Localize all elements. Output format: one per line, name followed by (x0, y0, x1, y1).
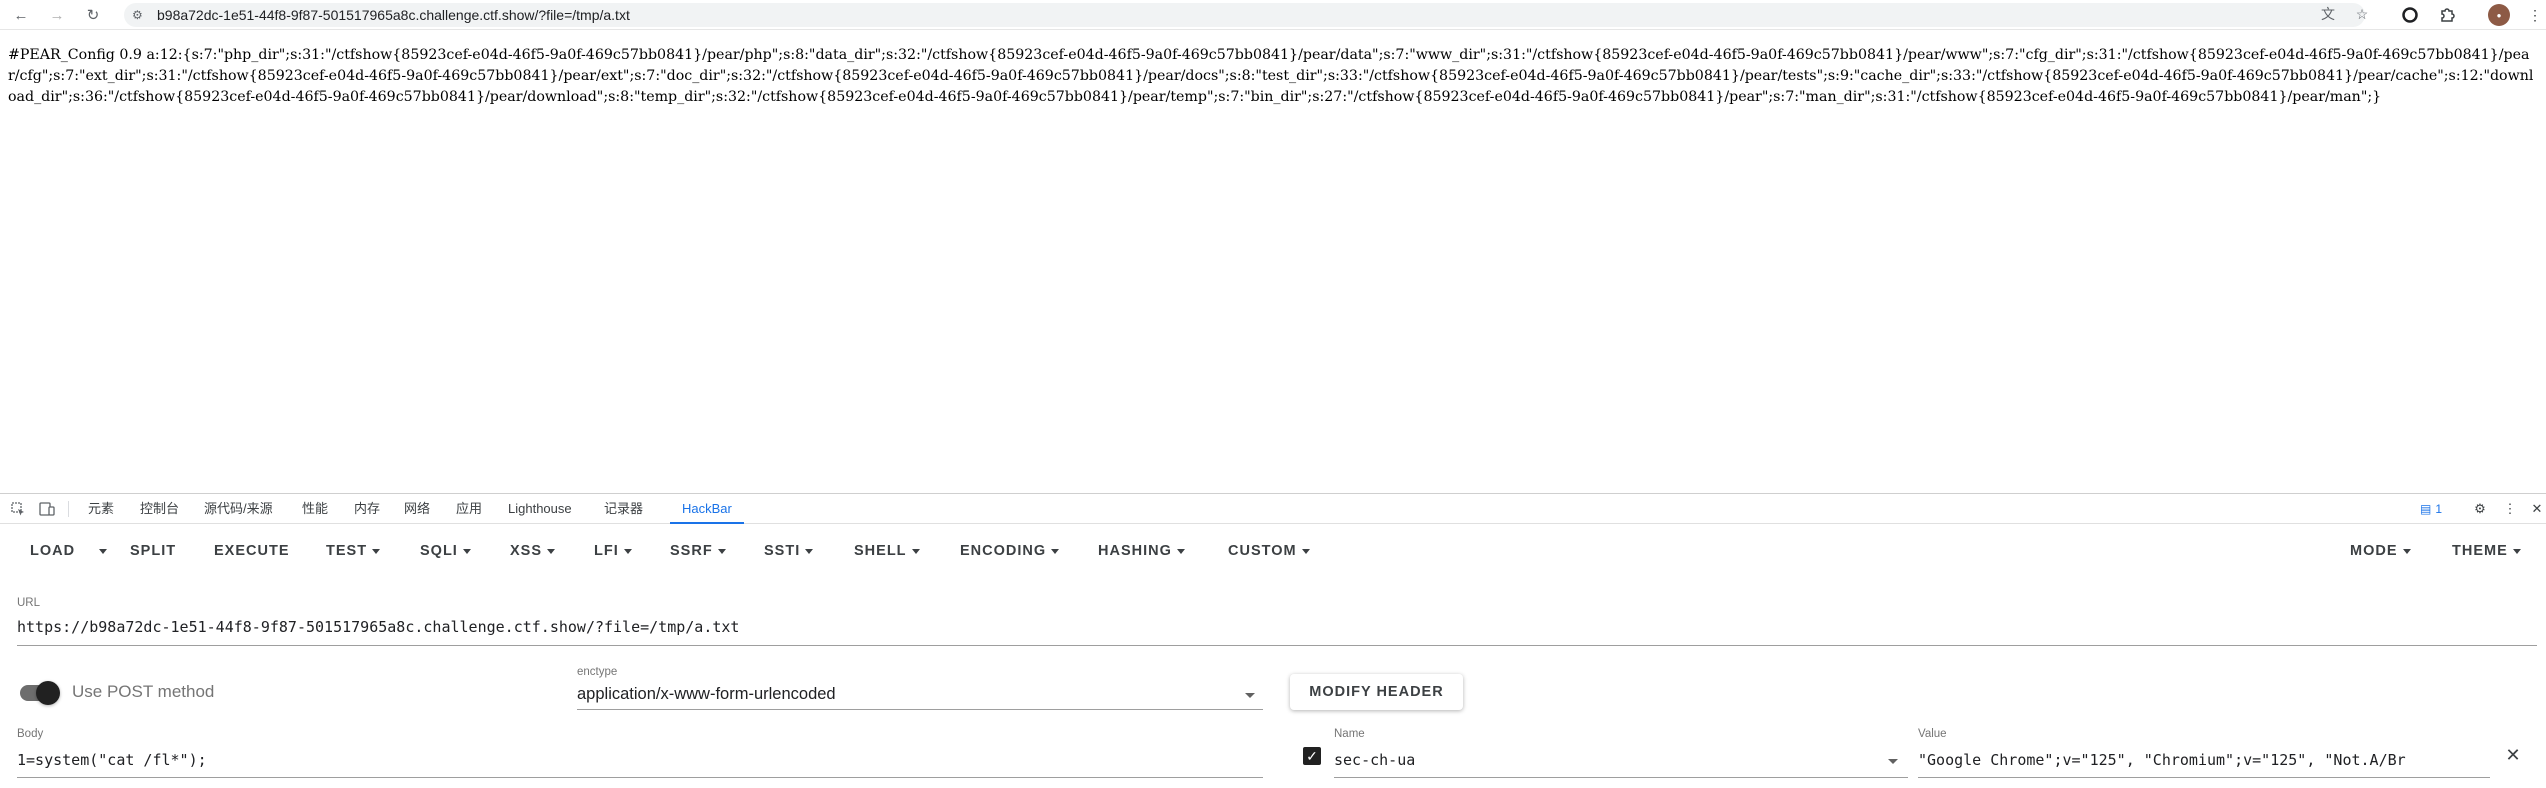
encoding-menu[interactable]: ENCODING (960, 536, 1060, 566)
xss-label: XSS (510, 543, 543, 559)
reload-icon[interactable]: ↻ (82, 4, 104, 26)
page-content: #PEAR_Config 0.9 a:12:{s:7:"php_dir";s:3… (8, 47, 2534, 105)
url-field-label: URL (17, 597, 41, 609)
header-value-field[interactable]: "Google Chrome";v="125", "Chromium";v="1… (1918, 751, 2490, 769)
avatar[interactable]: ● (2488, 4, 2510, 26)
tab-console[interactable]: 控制台 (140, 494, 179, 524)
site-info-icon[interactable]: ⚙ (132, 8, 146, 22)
hashing-label: HASHING (1098, 543, 1172, 559)
test-menu[interactable]: TEST (326, 536, 381, 566)
load-dropdown-button[interactable] (94, 536, 107, 566)
devtools-tab-bar: 元素 控制台 源代码/来源 性能 内存 网络 应用 Lighthouse 记录器… (0, 494, 2546, 524)
inspect-element-icon[interactable] (9, 500, 27, 518)
theme-menu[interactable]: THEME (2452, 536, 2521, 566)
caret-down-icon (2402, 548, 2411, 554)
header-name-underline (1334, 777, 1908, 778)
body-label: Body (17, 728, 44, 740)
address-bar-url[interactable]: b98a72dc-1e51-44f8-9f87-501517965a8c.cha… (157, 7, 630, 23)
toolbar-divider (68, 501, 69, 517)
caret-down-icon (805, 548, 814, 554)
enctype-select[interactable]: application/x-www-form-urlencoded (577, 685, 836, 704)
caret-down-icon (1301, 548, 1310, 554)
post-method-label: Use POST method (72, 682, 215, 701)
tab-recorder[interactable]: 记录器 (604, 494, 643, 524)
caret-down-icon (2512, 548, 2521, 554)
caret-down-icon (99, 548, 107, 554)
kebab-menu-icon[interactable]: ⋮ (2525, 5, 2545, 25)
gear-icon[interactable]: ⚙ (2471, 500, 2489, 518)
tab-lighthouse[interactable]: Lighthouse (508, 494, 572, 524)
header-value-underline (1918, 777, 2490, 778)
chevron-down-icon[interactable] (1888, 759, 1898, 764)
custom-label: CUSTOM (1228, 543, 1297, 559)
tab-performance[interactable]: 性能 (302, 494, 328, 524)
load-label: LOAD (30, 543, 76, 559)
ssrf-menu[interactable]: SSRF (670, 536, 726, 566)
device-toolbar-icon[interactable] (38, 500, 56, 518)
message-count: 1 (2435, 502, 2443, 516)
kebab-menu-icon[interactable]: ⋮ (2504, 500, 2517, 518)
remove-header-icon[interactable]: ✕ (2503, 745, 2523, 765)
lfi-menu[interactable]: LFI (594, 536, 632, 566)
shell-menu[interactable]: SHELL (854, 536, 920, 566)
forward-arrow-icon[interactable]: → (46, 4, 68, 26)
lfi-label: LFI (594, 543, 619, 559)
custom-menu[interactable]: CUSTOM (1228, 536, 1310, 566)
address-bar[interactable]: ⚙ b98a72dc-1e51-44f8-9f87-501517965a8c.c… (124, 3, 2365, 27)
header-name-label: Name (1334, 728, 1365, 740)
caret-down-icon (372, 548, 381, 554)
post-method-toggle-knob[interactable] (36, 681, 60, 705)
encoding-label: ENCODING (960, 543, 1047, 559)
theme-label: THEME (2452, 543, 2508, 559)
tab-elements[interactable]: 元素 (88, 494, 114, 524)
enctype-label: enctype (577, 666, 618, 678)
message-icon: ▤ (2420, 502, 2432, 516)
header-name-field[interactable]: sec-ch-ua (1334, 751, 1664, 769)
url-field-underline (17, 645, 2537, 646)
sqli-label: SQLI (420, 543, 458, 559)
caret-down-icon (1051, 548, 1060, 554)
caret-down-icon (623, 548, 632, 554)
caret-down-icon (547, 548, 556, 554)
body-field[interactable]: 1=system("cat /fl*"); (17, 751, 1263, 769)
mode-label: MODE (2350, 543, 2398, 559)
header-value-label: Value (1918, 728, 1947, 740)
xss-menu[interactable]: XSS (510, 536, 556, 566)
messages-badge[interactable]: ▤ 1 (2420, 500, 2442, 518)
ssrf-label: SSRF (670, 543, 713, 559)
browser-toolbar: ← → ↻ ⚙ b98a72dc-1e51-44f8-9f87-50151796… (0, 0, 2546, 30)
split-button[interactable]: SPLIT (130, 536, 176, 566)
enctype-underline (577, 709, 1263, 710)
caret-down-icon (911, 548, 920, 554)
tab-hackbar[interactable]: HackBar (670, 494, 744, 524)
url-field[interactable]: https://b98a72dc-1e51-44f8-9f87-50151796… (17, 618, 2537, 636)
tab-application[interactable]: 应用 (456, 494, 482, 524)
caret-down-icon (1176, 548, 1185, 554)
caret-down-icon (717, 548, 726, 554)
mode-menu[interactable]: MODE (2350, 536, 2411, 566)
chevron-down-icon[interactable] (1245, 693, 1255, 698)
close-icon[interactable]: ✕ (2530, 500, 2544, 518)
star-icon[interactable]: ☆ (2352, 4, 2372, 24)
ssti-menu[interactable]: SSTI (764, 536, 814, 566)
back-arrow-icon[interactable]: ← (10, 4, 32, 26)
translate-icon[interactable]: 文 (2318, 4, 2338, 24)
sqli-menu[interactable]: SQLI (420, 536, 471, 566)
execute-button[interactable]: EXECUTE (214, 536, 290, 566)
puzzle-icon[interactable] (2437, 5, 2457, 25)
load-button[interactable]: LOAD (30, 536, 75, 566)
tab-memory[interactable]: 内存 (354, 494, 380, 524)
header-enabled-checkbox[interactable]: ✓ (1303, 747, 1321, 765)
tab-network[interactable]: 网络 (404, 494, 430, 524)
caret-down-icon (462, 548, 471, 554)
body-underline (17, 777, 1263, 778)
shell-label: SHELL (854, 543, 907, 559)
ssti-label: SSTI (764, 543, 801, 559)
hashing-menu[interactable]: HASHING (1098, 536, 1185, 566)
modify-header-button[interactable]: MODIFY HEADER (1290, 674, 1463, 710)
tab-sources[interactable]: 源代码/来源 (204, 494, 273, 524)
record-icon[interactable] (2400, 5, 2420, 25)
test-label: TEST (326, 543, 368, 559)
